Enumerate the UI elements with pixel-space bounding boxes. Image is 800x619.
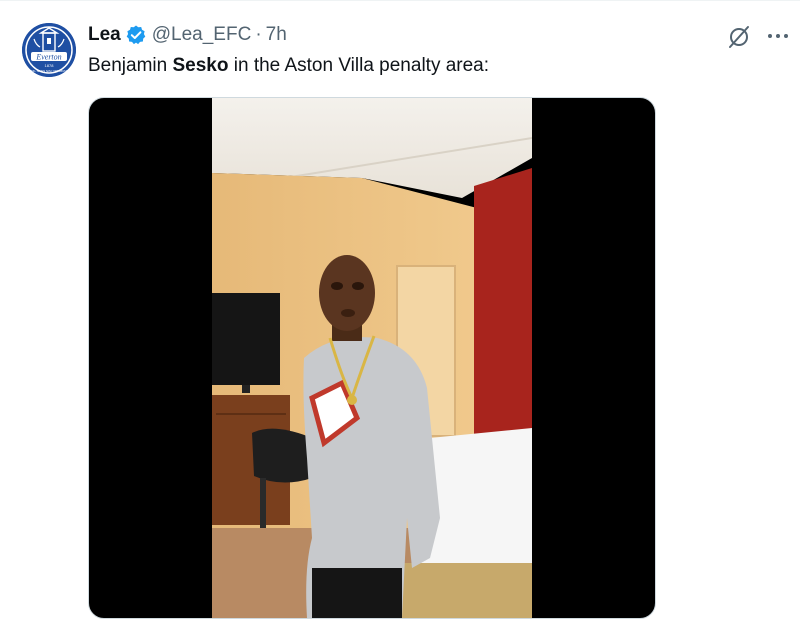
- tweet-text-part: in the Aston Villa penalty area:: [228, 55, 490, 76]
- verified-badge-icon[interactable]: [125, 24, 147, 46]
- svg-text:Everton: Everton: [35, 53, 61, 62]
- tweet-header: Lea @Lea_EFC · 7h: [88, 22, 287, 48]
- video-still-image: [212, 98, 532, 618]
- user-handle[interactable]: @Lea_EFC: [152, 24, 252, 46]
- svg-text:1878: 1878: [45, 63, 55, 68]
- grok-icon[interactable]: [726, 24, 752, 50]
- video-player[interactable]: [88, 97, 656, 619]
- more-options-icon[interactable]: [765, 24, 791, 48]
- svg-text:NIL SATIS NISI OPTIMUM: NIL SATIS NISI OPTIMUM: [31, 69, 67, 73]
- tweet-text-bold: Sesko: [172, 55, 229, 76]
- video-frame: [212, 98, 532, 618]
- display-name[interactable]: Lea: [88, 24, 121, 46]
- avatar[interactable]: Everton 1878 NIL SATIS NISI OPTIMUM: [22, 23, 76, 77]
- everton-crest-icon: Everton 1878 NIL SATIS NISI OPTIMUM: [22, 23, 76, 77]
- post-time[interactable]: 7h: [266, 24, 287, 46]
- tweet-text: Benjamin Sesko in the Aston Villa penalt…: [88, 53, 489, 79]
- top-divider: [0, 0, 800, 1]
- separator-dot: ·: [255, 24, 262, 45]
- tweet-text-part: Benjamin: [88, 55, 173, 76]
